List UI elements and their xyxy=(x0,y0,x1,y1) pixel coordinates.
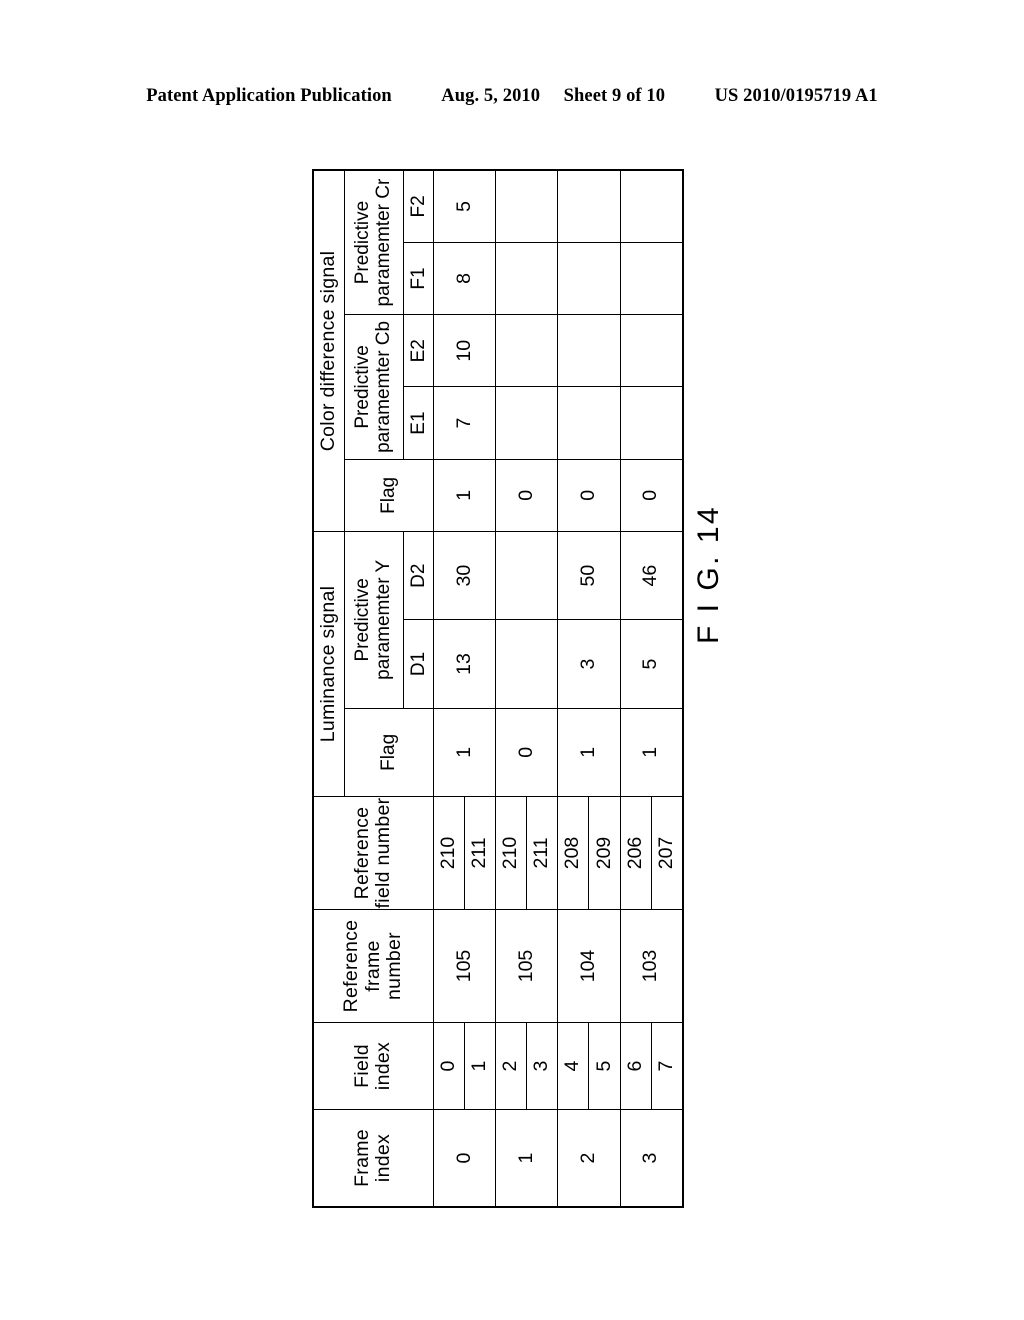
reference-field-number-line1: Reference xyxy=(351,806,374,900)
cell-e2 xyxy=(557,314,621,387)
col-header-predictive-parameter-y: Predictive paramemter Y xyxy=(344,531,404,709)
col-header-predictive-parameter-cb: Predictive paramemter Cb xyxy=(344,314,404,460)
col-header-f1: F1 xyxy=(403,242,434,315)
cell-field-index: 6 xyxy=(620,1022,652,1110)
sheet-number: Sheet 9 of 10 xyxy=(563,86,666,106)
cell-chroma-flag: 0 xyxy=(495,459,558,532)
col-header-reference-frame-number: Reference frame number xyxy=(313,909,434,1023)
cell-f1 xyxy=(557,242,621,315)
table-row: 1 2 105 210 0 0 xyxy=(495,170,558,1207)
predictive-parameter-y-line2: paramemter Y xyxy=(372,559,394,680)
cell-e2: 10 xyxy=(433,314,496,387)
cell-chroma-flag: 0 xyxy=(620,459,683,532)
figure-label: F I G. 14 xyxy=(692,504,725,644)
cell-reference-frame-number: 105 xyxy=(495,909,558,1023)
cell-frame-index: 0 xyxy=(433,1109,496,1207)
cell-reference-frame-number: 105 xyxy=(433,909,496,1023)
cell-f2 xyxy=(495,170,558,243)
reference-field-number-line2: field number xyxy=(372,797,395,909)
col-header-e1: E1 xyxy=(403,386,434,460)
col-header-e2: E2 xyxy=(403,314,434,387)
cell-reference-field-number: 211 xyxy=(464,796,496,910)
cell-reference-field-number: 211 xyxy=(526,796,558,910)
cell-reference-frame-number: 103 xyxy=(620,909,683,1023)
page-header: Patent Application Publication Aug. 5, 2… xyxy=(0,86,1024,107)
cell-field-index: 5 xyxy=(588,1022,621,1110)
cell-chroma-flag: 1 xyxy=(433,459,496,532)
table-row: 0 0 105 210 1 13 30 1 7 10 8 5 xyxy=(433,170,496,1207)
cell-d1: 13 xyxy=(433,619,496,709)
figure-table-container: Frame index Field index Reference frame … xyxy=(312,169,684,1208)
col-header-color-difference-signal: Color difference signal xyxy=(313,170,345,532)
cell-reference-field-number: 208 xyxy=(557,796,589,910)
col-header-d1: D1 xyxy=(403,619,434,709)
patent-number: US 2010/0195719 A1 xyxy=(714,86,878,106)
cell-d2: 50 xyxy=(557,531,621,620)
publication-title: Patent Application Publication xyxy=(146,86,392,106)
predictive-parameter-cb-line1: Predictive xyxy=(352,345,374,429)
cell-reference-field-number: 210 xyxy=(433,796,465,910)
table-row: 2 4 104 208 1 3 50 0 xyxy=(557,170,621,1207)
col-header-chroma-flag: Flag xyxy=(344,459,434,532)
col-header-luma-flag: Flag xyxy=(344,708,434,797)
cell-e1 xyxy=(620,386,683,460)
cell-d1 xyxy=(495,619,558,709)
cell-field-index: 2 xyxy=(495,1022,527,1110)
cell-frame-index: 3 xyxy=(620,1109,683,1207)
cell-e1 xyxy=(557,386,621,460)
cell-f2: 5 xyxy=(433,170,496,243)
cell-e2 xyxy=(620,314,683,387)
col-header-predictive-parameter-cr: Predictive paramemter Cr xyxy=(344,170,404,315)
cell-d2: 30 xyxy=(433,531,496,620)
predictive-parameter-cb-line2: paramemter Cb xyxy=(372,320,394,453)
cell-d1: 3 xyxy=(557,619,621,709)
predictive-parameter-cr-line2: paramemter Cr xyxy=(372,178,394,307)
cell-f1 xyxy=(495,242,558,315)
cell-reference-field-number: 206 xyxy=(620,796,652,910)
cell-e2 xyxy=(495,314,558,387)
cell-reference-frame-number: 104 xyxy=(557,909,621,1023)
reference-frame-number-line2: frame number xyxy=(361,932,406,1000)
cell-field-index: 1 xyxy=(464,1022,496,1110)
cell-e1 xyxy=(495,386,558,460)
cell-chroma-flag: 0 xyxy=(557,459,621,532)
cell-d1: 5 xyxy=(620,619,683,709)
cell-luma-flag: 0 xyxy=(495,708,558,797)
cell-e1: 7 xyxy=(433,386,496,460)
cell-d2 xyxy=(495,531,558,620)
cell-field-index: 4 xyxy=(557,1022,589,1110)
cell-reference-field-number: 209 xyxy=(588,796,621,910)
cell-f2 xyxy=(557,170,621,243)
col-header-reference-field-number: Reference field number xyxy=(313,796,434,910)
cell-reference-field-number: 210 xyxy=(495,796,527,910)
cell-luma-flag: 1 xyxy=(557,708,621,797)
publication-date: Aug. 5, 2010 xyxy=(441,86,541,106)
col-header-luminance-signal: Luminance signal xyxy=(313,531,345,797)
cell-luma-flag: 1 xyxy=(433,708,496,797)
reference-frame-number-line1: Reference xyxy=(340,919,363,1013)
figure-14-table: Frame index Field index Reference frame … xyxy=(312,169,684,1208)
cell-frame-index: 2 xyxy=(557,1109,621,1207)
col-header-field-index: Field index xyxy=(313,1022,434,1110)
cell-frame-index: 1 xyxy=(495,1109,558,1207)
cell-field-index: 3 xyxy=(526,1022,558,1110)
col-header-f2: F2 xyxy=(403,170,434,243)
cell-f1: 8 xyxy=(433,242,496,315)
col-header-frame-index: Frame index xyxy=(313,1109,434,1207)
cell-field-index: 0 xyxy=(433,1022,465,1110)
predictive-parameter-cr-line1: Predictive xyxy=(352,200,374,285)
col-header-d2: D2 xyxy=(403,531,434,620)
cell-d2: 46 xyxy=(620,531,683,620)
predictive-parameter-y-line1: Predictive xyxy=(352,578,374,662)
cell-f2 xyxy=(620,170,683,243)
cell-reference-field-number: 207 xyxy=(651,796,683,910)
table-header-row-group: Frame index Field index Reference frame … xyxy=(313,170,434,1207)
table-row: 3 6 103 206 1 5 46 0 xyxy=(620,170,683,1207)
cell-luma-flag: 1 xyxy=(620,708,683,797)
cell-f1 xyxy=(620,242,683,315)
cell-field-index: 7 xyxy=(651,1022,683,1110)
